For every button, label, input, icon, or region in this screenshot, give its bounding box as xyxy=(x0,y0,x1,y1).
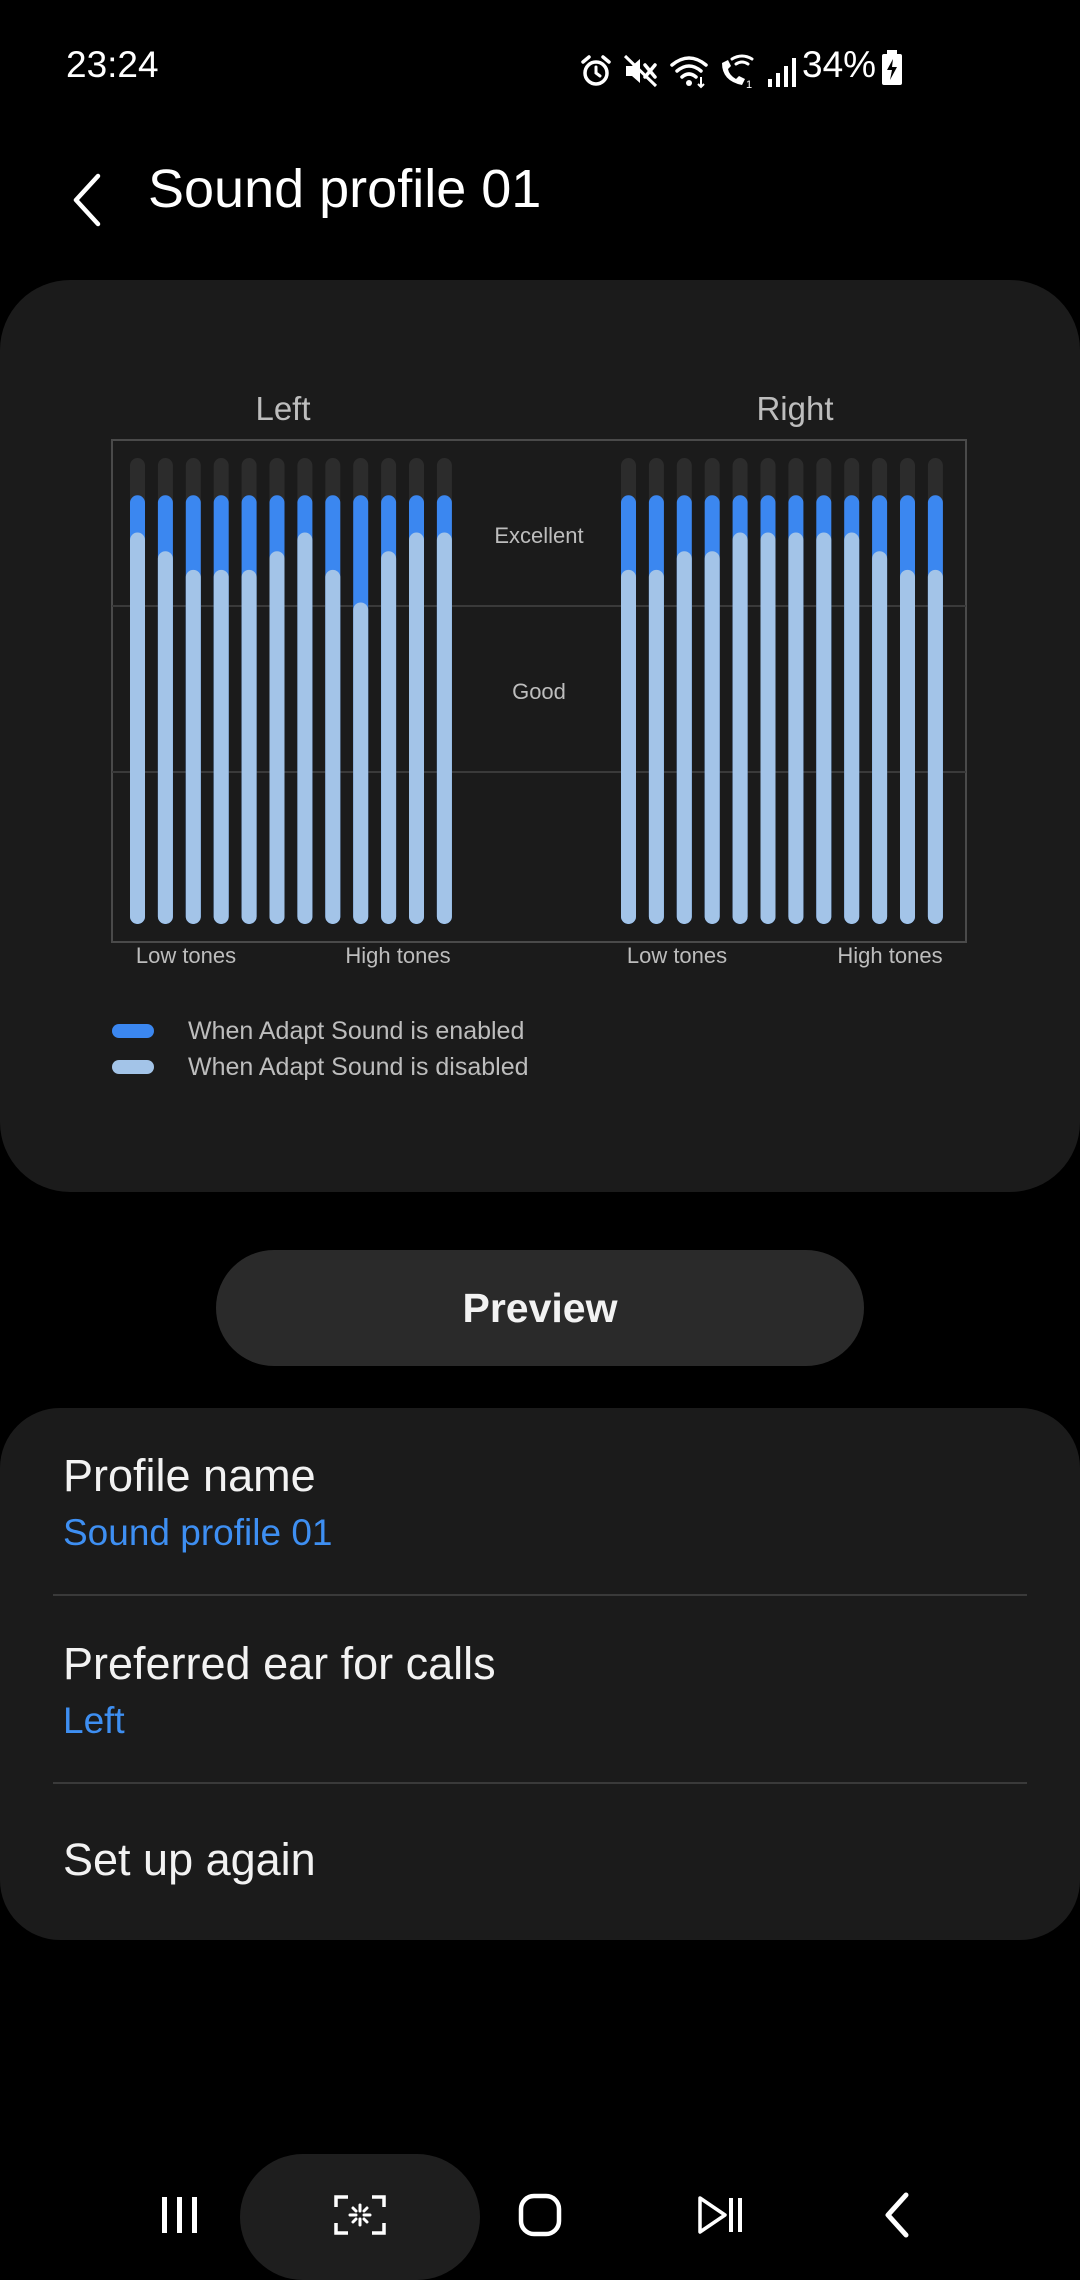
back-button[interactable] xyxy=(58,160,118,240)
bar-disabled xyxy=(436,532,452,924)
panel-title-right: Right xyxy=(756,390,833,427)
home-icon xyxy=(518,2193,562,2237)
status-bar: 23:24 1 34% xyxy=(0,0,1080,140)
profile-name-value: Sound profile 01 xyxy=(63,1512,333,1553)
battery-charging-icon xyxy=(882,50,902,85)
page-title: Sound profile 01 xyxy=(148,159,542,219)
x-label-right-high: High tones xyxy=(837,943,942,968)
status-icons: 1 xyxy=(578,50,800,92)
legend-item-enabled: When Adapt Sound is enabled xyxy=(112,1013,524,1049)
bar-disabled xyxy=(621,569,636,924)
bar-disabled xyxy=(269,551,285,924)
bar-disabled xyxy=(872,551,888,924)
back-icon xyxy=(73,173,101,227)
svg-text:1: 1 xyxy=(746,79,752,89)
x-label-right-low: Low tones xyxy=(627,943,727,968)
panel-title-left: Left xyxy=(255,390,310,427)
capture-icon xyxy=(334,2195,386,2235)
legend-swatch-disabled xyxy=(112,1060,154,1074)
recents-button[interactable] xyxy=(140,2180,220,2250)
preview-button[interactable]: Preview xyxy=(216,1250,864,1366)
preferred-ear-item[interactable]: Preferred ear for calls Left xyxy=(0,1596,1080,1784)
preferred-ear-title: Preferred ear for calls xyxy=(63,1638,496,1689)
capture-button[interactable] xyxy=(320,2180,400,2250)
x-label-left-high: High tones xyxy=(345,943,450,968)
bar-disabled xyxy=(381,551,397,924)
bars-right xyxy=(621,458,943,924)
bar-disabled xyxy=(704,551,720,924)
settings-card: Profile name Sound profile 01 Preferred … xyxy=(0,1408,1080,1940)
bar-disabled xyxy=(816,532,832,924)
wifi-calling-icon: 1 xyxy=(722,54,754,89)
level-label-good: Good xyxy=(512,679,566,704)
setup-again-title: Set up again xyxy=(63,1834,316,1885)
home-button[interactable] xyxy=(500,2180,580,2250)
legend-item-disabled: When Adapt Sound is disabled xyxy=(112,1049,529,1085)
status-time: 23:24 xyxy=(66,44,159,85)
bar-disabled xyxy=(409,532,424,924)
wifi-icon xyxy=(670,56,708,89)
bar-disabled xyxy=(157,551,173,924)
bar-disabled xyxy=(927,569,943,924)
navigation-bar xyxy=(0,2140,1080,2280)
legend-label-enabled: When Adapt Sound is enabled xyxy=(188,1016,525,1045)
bar-disabled xyxy=(648,569,664,924)
profile-name-item[interactable]: Profile name Sound profile 01 xyxy=(0,1408,1080,1596)
level-label-excellent: Excellent xyxy=(494,523,583,548)
mute-icon xyxy=(623,54,658,88)
bar-disabled xyxy=(213,569,229,924)
media-button[interactable] xyxy=(680,2180,760,2250)
bar-disabled xyxy=(900,569,915,924)
bar-disabled xyxy=(788,532,804,924)
bar-disabled xyxy=(844,532,860,924)
back-icon xyxy=(885,2192,909,2238)
legend-label-disabled: When Adapt Sound is disabled xyxy=(188,1052,529,1081)
hearing-chart-card: Left Right Excellent Good Low tones High… xyxy=(0,280,1080,1192)
bars-left xyxy=(130,458,452,924)
bar-disabled xyxy=(297,532,313,924)
recents-icon xyxy=(162,2197,197,2233)
setup-again-item[interactable]: Set up again xyxy=(0,1784,1080,1940)
bar-disabled xyxy=(325,569,341,924)
alarm-icon xyxy=(581,55,611,86)
legend-swatch-enabled xyxy=(112,1024,154,1038)
bar-disabled xyxy=(760,532,776,924)
signal-icon xyxy=(768,58,796,87)
x-label-left-low: Low tones xyxy=(136,943,236,968)
bar-disabled xyxy=(353,602,369,924)
media-icon xyxy=(698,2196,742,2234)
profile-name-title: Profile name xyxy=(63,1450,316,1501)
bar-disabled xyxy=(130,532,145,924)
bar-disabled xyxy=(185,569,201,924)
battery-percentage: 34% xyxy=(802,44,877,85)
nav-back-button[interactable] xyxy=(858,2180,938,2250)
bar-disabled xyxy=(732,532,748,924)
bar-disabled xyxy=(676,551,692,924)
header: Sound profile 01 xyxy=(0,140,1080,260)
preferred-ear-value: Left xyxy=(63,1700,125,1741)
bar-disabled xyxy=(241,569,257,924)
